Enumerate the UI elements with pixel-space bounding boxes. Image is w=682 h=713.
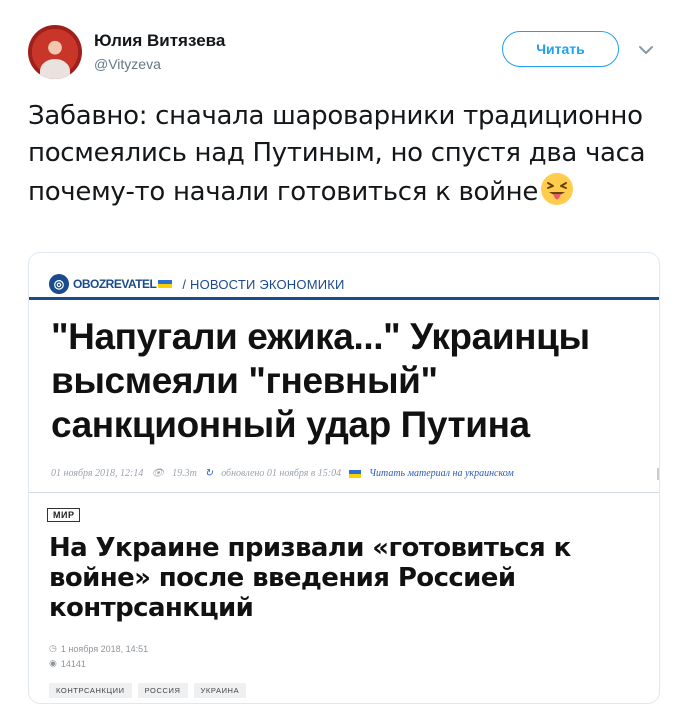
obozrevatel-brand: OBOZREVATEL (73, 277, 157, 291)
ria-date: 1 ноября 2018, 14:51 (60, 643, 149, 654)
ukraine-flag-icon (349, 469, 362, 478)
user-handle[interactable]: @Vityzeva (94, 56, 161, 72)
avatar[interactable] (28, 25, 82, 79)
eye-icon: ◉ (49, 658, 57, 668)
ukrainian-version-link[interactable]: Читать материал на украинском (369, 468, 514, 479)
tweet-text: Забавно: сначала шароварники традиционно… (28, 98, 658, 211)
tag-item[interactable]: УКРАИНА (193, 683, 247, 698)
ria-headline: На Украине призвали «готовиться к войне»… (49, 533, 571, 623)
obozrevatel-meta: 01 ноября 2018, 12:14 👁 19.3т ↻ обновлен… (51, 468, 651, 479)
scroll-edge (657, 468, 659, 480)
obozrevatel-views: 19.3т (172, 468, 197, 479)
squinting-face-with-tongue-icon (540, 172, 574, 206)
obozrevatel-date: 01 ноября 2018, 12:14 (51, 468, 144, 479)
refresh-icon: ↻ (204, 468, 214, 479)
tag-item[interactable]: КОНТРСАНКЦИИ (49, 683, 132, 698)
obozrevatel-updated: обновлено 01 ноября в 15:04 (221, 468, 342, 479)
section-tag: МИР (47, 508, 81, 522)
clock-icon: ◷ (49, 643, 57, 653)
eye-icon: 👁 (151, 468, 165, 479)
obozrevatel-logo-icon: ◎ (49, 274, 69, 294)
chevron-down-icon[interactable] (636, 40, 656, 60)
card-divider (29, 492, 659, 493)
ukraine-flag-icon (158, 280, 173, 288)
ria-views: 14141 (60, 658, 86, 669)
obozrevatel-rule (29, 297, 659, 300)
obozrevatel-section: / НОВОСТИ ЭКОНОМИКИ (182, 276, 345, 292)
user-name[interactable]: Юлия Витязева (94, 31, 225, 51)
tag-item[interactable]: РОССИЯ (137, 683, 188, 698)
ria-views-row: ◉ 14141 (49, 658, 86, 669)
tag-list: КОНТРСАНКЦИИ РОССИЯ УКРАИНА (49, 683, 247, 698)
obozrevatel-header: ◎ OBOZREVATEL / НОВОСТИ ЭКОНОМИКИ (49, 273, 345, 295)
follow-button[interactable]: Читать (502, 31, 619, 67)
link-card[interactable]: ◎ OBOZREVATEL / НОВОСТИ ЭКОНОМИКИ "Напуг… (28, 252, 660, 704)
ria-date-row: ◷ 1 ноября 2018, 14:51 (49, 643, 148, 654)
obozrevatel-headline: "Напугали ежика..." Украинцы высмеяли "г… (51, 316, 590, 445)
